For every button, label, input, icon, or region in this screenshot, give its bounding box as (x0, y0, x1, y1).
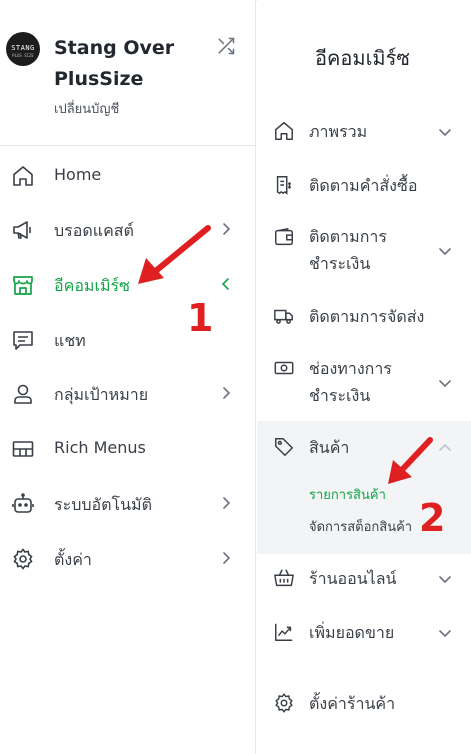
logo-subtext: PLUS SIZE (12, 53, 34, 58)
gear-icon (275, 693, 293, 713)
sidebar-item-label: Home (54, 165, 102, 184)
home-icon (275, 122, 293, 140)
chevron-down-icon (439, 248, 451, 256)
panel-item-label: ติดตามการจัดส่ง (309, 307, 425, 326)
receipt-icon (276, 176, 291, 195)
rich-menu-icon (12, 441, 34, 457)
sidebar: STANG PLUS SIZE Stang Over PlusSize เปลี… (0, 0, 256, 754)
store-icon (13, 276, 33, 295)
user-icon (14, 384, 32, 404)
product-list-link[interactable]: รายการสินค้า (309, 484, 386, 505)
sidebar-item-audience[interactable]: กลุ่มเป้าหมาย (0, 370, 255, 416)
gear-icon (13, 548, 33, 570)
panel-item-boost-sales[interactable]: เพิ่มยอดขาย (257, 619, 471, 649)
logo-text: STANG (11, 44, 35, 52)
chevron-left-icon (221, 278, 229, 290)
panel-item-store-settings[interactable]: ตั้งค่าร้านค้า (257, 690, 471, 720)
sidebar-item-label: Rich Menus (54, 438, 146, 457)
cash-icon (274, 361, 294, 375)
panel-item-payment-channels[interactable]: ช่องทางการชำระเงิน (257, 355, 471, 411)
chevron-right-icon (223, 223, 231, 235)
annotation-number-2: 2 (419, 496, 446, 540)
sidebar-item-home[interactable]: Home (0, 152, 255, 198)
shuffle-icon[interactable] (216, 36, 236, 56)
panel-item-label: ช่องทางการชำระเงิน (309, 359, 392, 405)
truck-icon (274, 309, 293, 324)
panel-item-label: เพิ่มยอดขาย (309, 623, 395, 642)
chevron-right-icon (223, 387, 231, 399)
chevron-down-icon (439, 576, 451, 584)
panel-title: อีคอมเมิร์ซ (315, 46, 410, 70)
sidebar-item-label: ตั้งค่า (54, 550, 92, 569)
sidebar-item-broadcast[interactable]: บรอดแคสต์ (0, 206, 255, 252)
account-name: Stang Over PlusSize (54, 37, 175, 90)
sidebar-item-label: บรอดแคสต์ (54, 221, 134, 240)
annotation-arrow-2 (388, 437, 433, 484)
sidebar-item-automation[interactable]: ระบบอัตโนมัติ (0, 480, 255, 526)
home-icon (13, 166, 33, 186)
ecommerce-panel: อีคอมเมิร์ซ ภาพรวม ติดตามคำสั่งซื้อ ติดต… (257, 0, 471, 754)
annotation-arrow-1 (138, 225, 211, 284)
sidebar-item-label: อีคอมเมิร์ซ (54, 276, 130, 295)
account-logo[interactable]: STANG PLUS SIZE (6, 32, 40, 66)
sidebar-item-label: แชท (54, 331, 86, 350)
panel-item-label: ติดตามการชำระเงิน (309, 227, 387, 273)
megaphone-icon (13, 221, 31, 239)
sidebar-item-ecommerce[interactable]: อีคอมเมิร์ซ (0, 261, 255, 307)
bot-icon (12, 493, 34, 513)
chevron-down-icon (439, 380, 451, 388)
panel-item-orders[interactable]: ติดตามคำสั่งซื้อ (257, 172, 471, 202)
basket-icon (274, 569, 294, 587)
chevron-down-icon (439, 630, 451, 638)
stock-management-link[interactable]: จัดการสต็อกสินค้า (309, 516, 412, 537)
chevron-down-icon (439, 129, 451, 137)
panel-item-payment-tracking[interactable]: ติดตามการชำระเงิน (257, 223, 471, 279)
sidebar-item-settings[interactable]: ตั้งค่า (0, 535, 255, 581)
growth-chart-icon (275, 623, 293, 641)
chevron-right-icon (223, 552, 231, 564)
account-header: STANG PLUS SIZE Stang Over PlusSize เปลี… (0, 0, 255, 146)
chevron-up-icon (439, 443, 451, 451)
panel-item-overview[interactable]: ภาพรวม (257, 118, 471, 148)
sidebar-item-label: กลุ่มเป้าหมาย (54, 385, 149, 404)
panel-item-shipping-tracking[interactable]: ติดตามการจัดส่ง (257, 303, 471, 333)
panel-item-label: ภาพรวม (309, 122, 368, 141)
chat-icon (13, 331, 33, 350)
sidebar-item-rich-menus[interactable]: Rich Menus (0, 425, 255, 471)
wallet-icon (275, 227, 293, 246)
sidebar-item-chat[interactable]: แชท (0, 316, 255, 362)
panel-item-label: ตั้งค่าร้านค้า (309, 694, 396, 713)
chevron-right-icon (223, 497, 231, 509)
switch-account-link[interactable]: เปลี่ยนบัญชี (54, 98, 119, 119)
panel-item-label: ติดตามคำสั่งซื้อ (309, 176, 418, 195)
sidebar-item-label: ระบบอัตโนมัติ (54, 495, 152, 514)
tag-icon (275, 438, 293, 456)
annotation-number-1: 1 (187, 296, 214, 340)
panel-item-label: ร้านออนไลน์ (309, 569, 397, 588)
panel-item-products[interactable]: สินค้า (257, 434, 471, 464)
panel-item-online-store[interactable]: ร้านออนไลน์ (257, 565, 471, 595)
